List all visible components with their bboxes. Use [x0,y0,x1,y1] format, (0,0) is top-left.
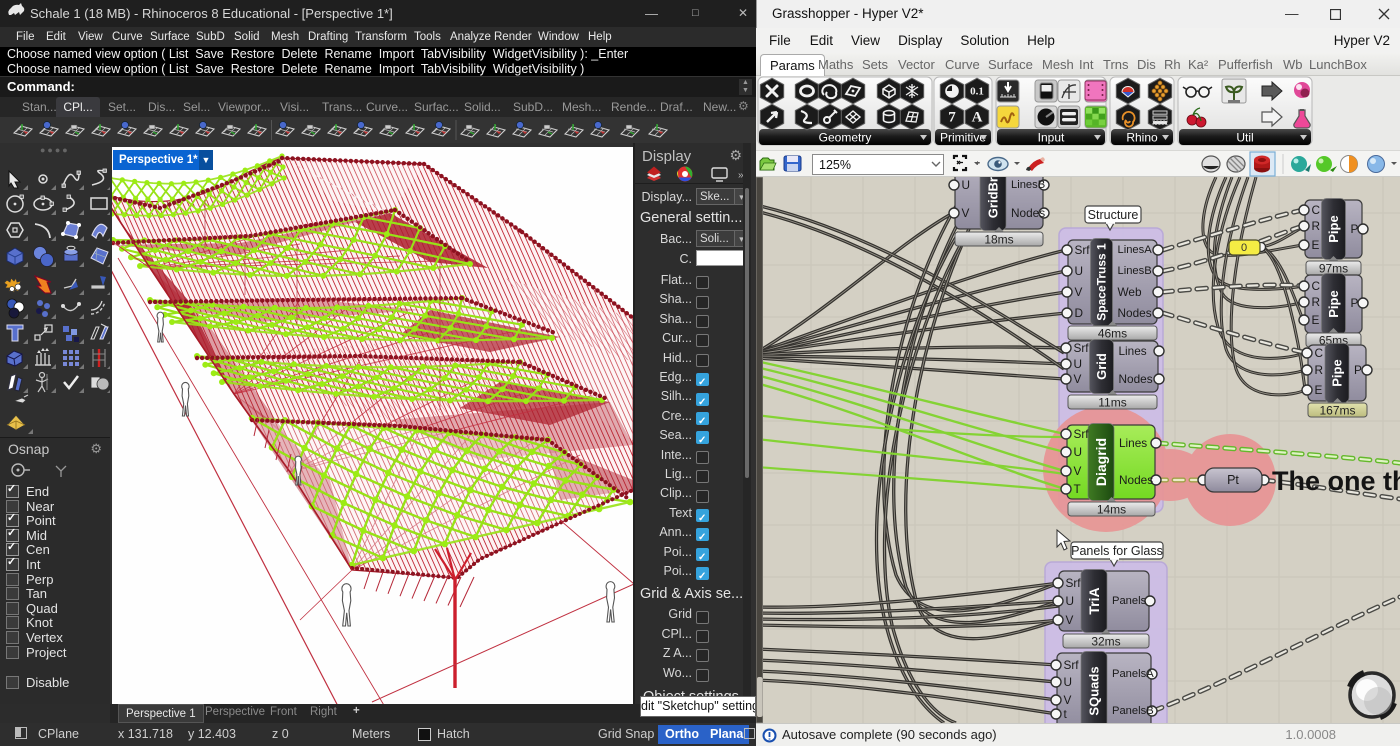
svg-text:LinesB: LinesB [1118,265,1152,277]
svg-text:SQuads: SQuads [1087,666,1102,715]
svg-text:Pipe: Pipe [1330,359,1345,386]
svg-text:Util: Util [1236,131,1253,145]
svg-text:Srf: Srf [1064,658,1080,672]
svg-text:Srf: Srf [1074,427,1090,441]
svg-text:C: C [1312,279,1321,293]
svg-text:V: V [1075,285,1083,299]
svg-text:Diagrid: Diagrid [1093,438,1109,486]
svg-text:125%: 125% [819,158,851,172]
svg-text:PanelsB: PanelsB [1112,705,1154,717]
svg-text:P: P [1354,363,1362,377]
svg-text:A: A [972,110,983,126]
svg-text:P: P [1351,222,1359,236]
svg-text:7: 7 [948,110,956,126]
svg-text:U: U [1075,264,1084,278]
svg-text:P: P [1351,296,1359,310]
svg-text:46ms: 46ms [1098,327,1127,341]
svg-text:R: R [1315,363,1324,377]
svg-text:32ms: 32ms [1091,635,1120,649]
svg-text:167ms: 167ms [1319,404,1355,418]
svg-text:U: U [1064,675,1073,689]
svg-text:14ms: 14ms [1097,503,1126,517]
svg-text:Nodes: Nodes [1119,473,1153,487]
svg-text:V: V [1074,464,1082,478]
svg-text:Primitive: Primitive [940,131,986,145]
svg-text:11ms: 11ms [1098,396,1126,410]
svg-text:0: 0 [1241,242,1247,254]
svg-text:E: E [1315,383,1323,397]
svg-text:Web: Web [1118,285,1142,299]
svg-text:Nodes: Nodes [1118,306,1152,320]
svg-text:V: V [1064,693,1072,707]
svg-text:The one tha: The one tha [1272,466,1400,496]
svg-text:Lines: Lines [1119,344,1147,358]
svg-text:R: R [1312,219,1321,233]
svg-text:U: U [1074,357,1083,371]
svg-text:18ms: 18ms [984,233,1013,247]
svg-text:Input: Input [1038,131,1065,145]
svg-text:R: R [1312,295,1321,309]
svg-text:Structure: Structure [1088,208,1139,222]
svg-text:Pt: Pt [1227,473,1239,487]
svg-text:GridBra: GridBra [986,177,1001,218]
svg-text:Srf: Srf [1074,341,1090,355]
svg-text:0.1: 0.1 [970,86,984,98]
svg-text:SpaceTruss 1: SpaceTruss 1 [1095,243,1109,321]
svg-text:Srf: Srf [1075,243,1091,257]
svg-text:PanelsA: PanelsA [1112,668,1154,680]
svg-text:Panels for Glass: Panels for Glass [1071,544,1163,558]
svg-text:Panels: Panels [1112,595,1147,607]
svg-text:Nodes: Nodes [1119,372,1153,386]
svg-text:T: T [1074,482,1081,496]
svg-text:E: E [1312,238,1320,252]
svg-text:LinesA: LinesA [1118,244,1153,256]
svg-text:TriA: TriA [1086,587,1102,614]
svg-text:Pipe: Pipe [1326,215,1341,242]
svg-text:D: D [1075,306,1084,320]
svg-text:Srf: Srf [1066,576,1082,590]
svg-text:V: V [1066,613,1074,627]
svg-text:V: V [1074,372,1082,386]
svg-text:U: U [962,178,971,192]
svg-text:V: V [962,206,970,220]
svg-text:Lines: Lines [1119,436,1147,450]
svg-text:U: U [1066,594,1075,608]
svg-text:Rhino: Rhino [1126,131,1158,145]
svg-text:Grid: Grid [1094,353,1109,380]
svg-text:E: E [1312,313,1320,327]
svg-text:Nodes: Nodes [1011,206,1045,220]
svg-text:Pipe: Pipe [1326,290,1341,317]
svg-text:U: U [1074,445,1083,459]
svg-text:C: C [1315,346,1324,360]
svg-text:C: C [1312,203,1321,217]
svg-text:Geometry: Geometry [819,131,872,145]
svg-text:LinesB: LinesB [1011,179,1045,191]
